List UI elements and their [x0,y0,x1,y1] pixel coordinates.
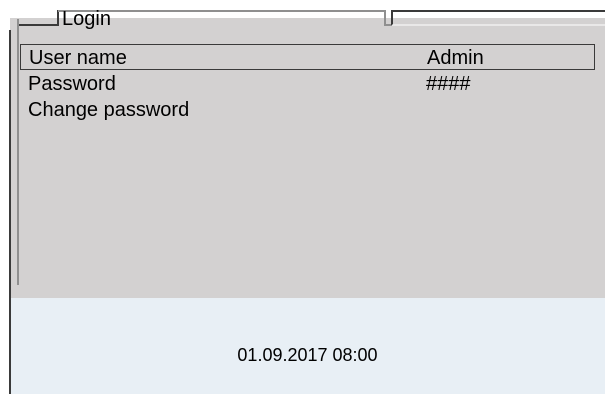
menu-item-user-name[interactable]: User name Admin [20,44,595,70]
menu-item-label: Change password [28,99,190,121]
datetime-display: 01.09.2017 08:00 [237,345,378,365]
menu-item-value: #### [426,73,471,95]
tab-login[interactable]: Login [62,8,111,30]
menu-item-value: Admin [427,47,484,69]
device-screen: Login User name Admin Password #### Chan… [0,0,605,394]
menu-item-label: Password [28,73,116,95]
menu-item-password[interactable]: Password #### [20,71,595,97]
menu-item-change-password[interactable]: Change password [20,97,595,123]
menu-item-label: User name [29,47,127,69]
